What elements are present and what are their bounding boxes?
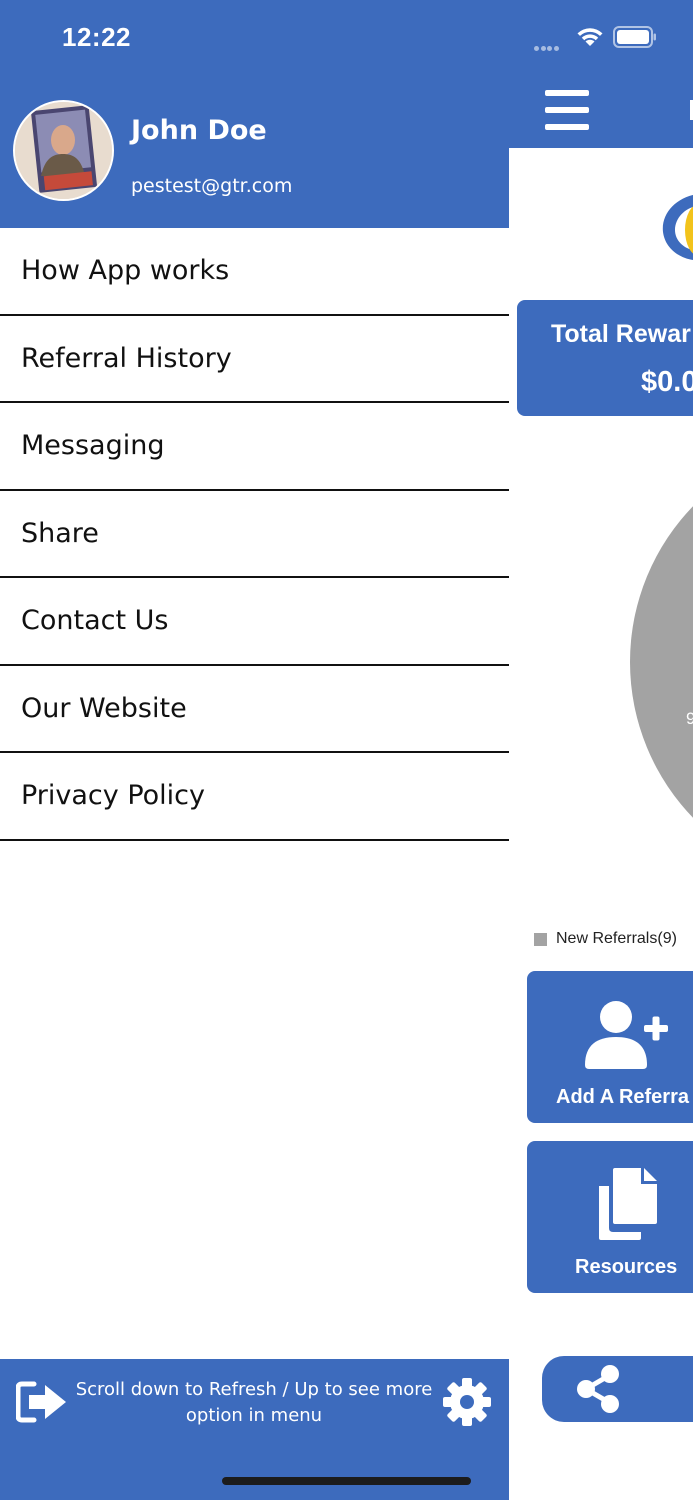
user-name: John Doe	[131, 115, 267, 146]
menu-item-how-app-works[interactable]: How App works	[0, 228, 509, 316]
status-time: 12:22	[62, 22, 131, 52]
add-referral-button[interactable]: Add A Referra	[527, 971, 693, 1123]
navigation-drawer: John Doe pestest@gtr.com How App works R…	[0, 0, 509, 1500]
menu-item-privacy-policy[interactable]: Privacy Policy	[0, 753, 509, 841]
avatar[interactable]	[13, 100, 114, 201]
settings-gear-icon[interactable]	[441, 1376, 493, 1428]
add-referral-label: Add A Referra	[556, 1086, 689, 1108]
menu-item-share[interactable]: Share	[0, 491, 509, 578]
legend-label: New Referrals(9)	[556, 930, 677, 947]
copy-document-icon	[599, 1168, 657, 1240]
status-bar: 12:22	[0, 0, 693, 76]
battery-icon	[613, 26, 656, 48]
share-icon	[577, 1365, 619, 1413]
legend-swatch	[534, 932, 547, 946]
cellular-signal-icon	[534, 36, 560, 55]
menu-item-referral-history[interactable]: Referral History	[0, 316, 509, 403]
hamburger-menu-icon[interactable]	[545, 90, 589, 130]
share-button[interactable]	[542, 1356, 693, 1422]
menu-item-our-website[interactable]: Our Website	[0, 666, 509, 753]
refresh-hint-text: Scroll down to Refresh / Up to see more …	[75, 1379, 433, 1426]
wifi-icon	[577, 28, 603, 46]
resources-button[interactable]: Resources	[527, 1141, 693, 1293]
add-user-icon	[585, 1001, 668, 1069]
drawer-menu: How App works Referral History Messaging…	[0, 228, 509, 841]
user-email: pestest@gtr.com	[131, 175, 293, 197]
main-screen: Total Rewar $0.0 9 New Referrals(9) Add …	[509, 0, 693, 1500]
menu-item-contact-us[interactable]: Contact Us	[0, 578, 509, 666]
total-rewards-card: Total Rewar $0.0	[517, 300, 693, 416]
logout-icon[interactable]	[16, 1381, 68, 1423]
chart-legend: New Referrals(9)	[534, 930, 677, 948]
pie-slice-label: 9	[686, 709, 693, 728]
total-rewards-title: Total Rewar	[551, 320, 691, 348]
menu-item-messaging[interactable]: Messaging	[0, 403, 509, 491]
total-rewards-value: $0.0	[641, 366, 693, 398]
home-indicator[interactable]	[222, 1477, 471, 1485]
referrals-pie-chart: 9	[630, 506, 693, 818]
resources-label: Resources	[575, 1256, 678, 1278]
profile-photo	[15, 102, 112, 199]
pie-slice-new-referrals	[630, 506, 693, 818]
app-logo	[662, 195, 693, 260]
